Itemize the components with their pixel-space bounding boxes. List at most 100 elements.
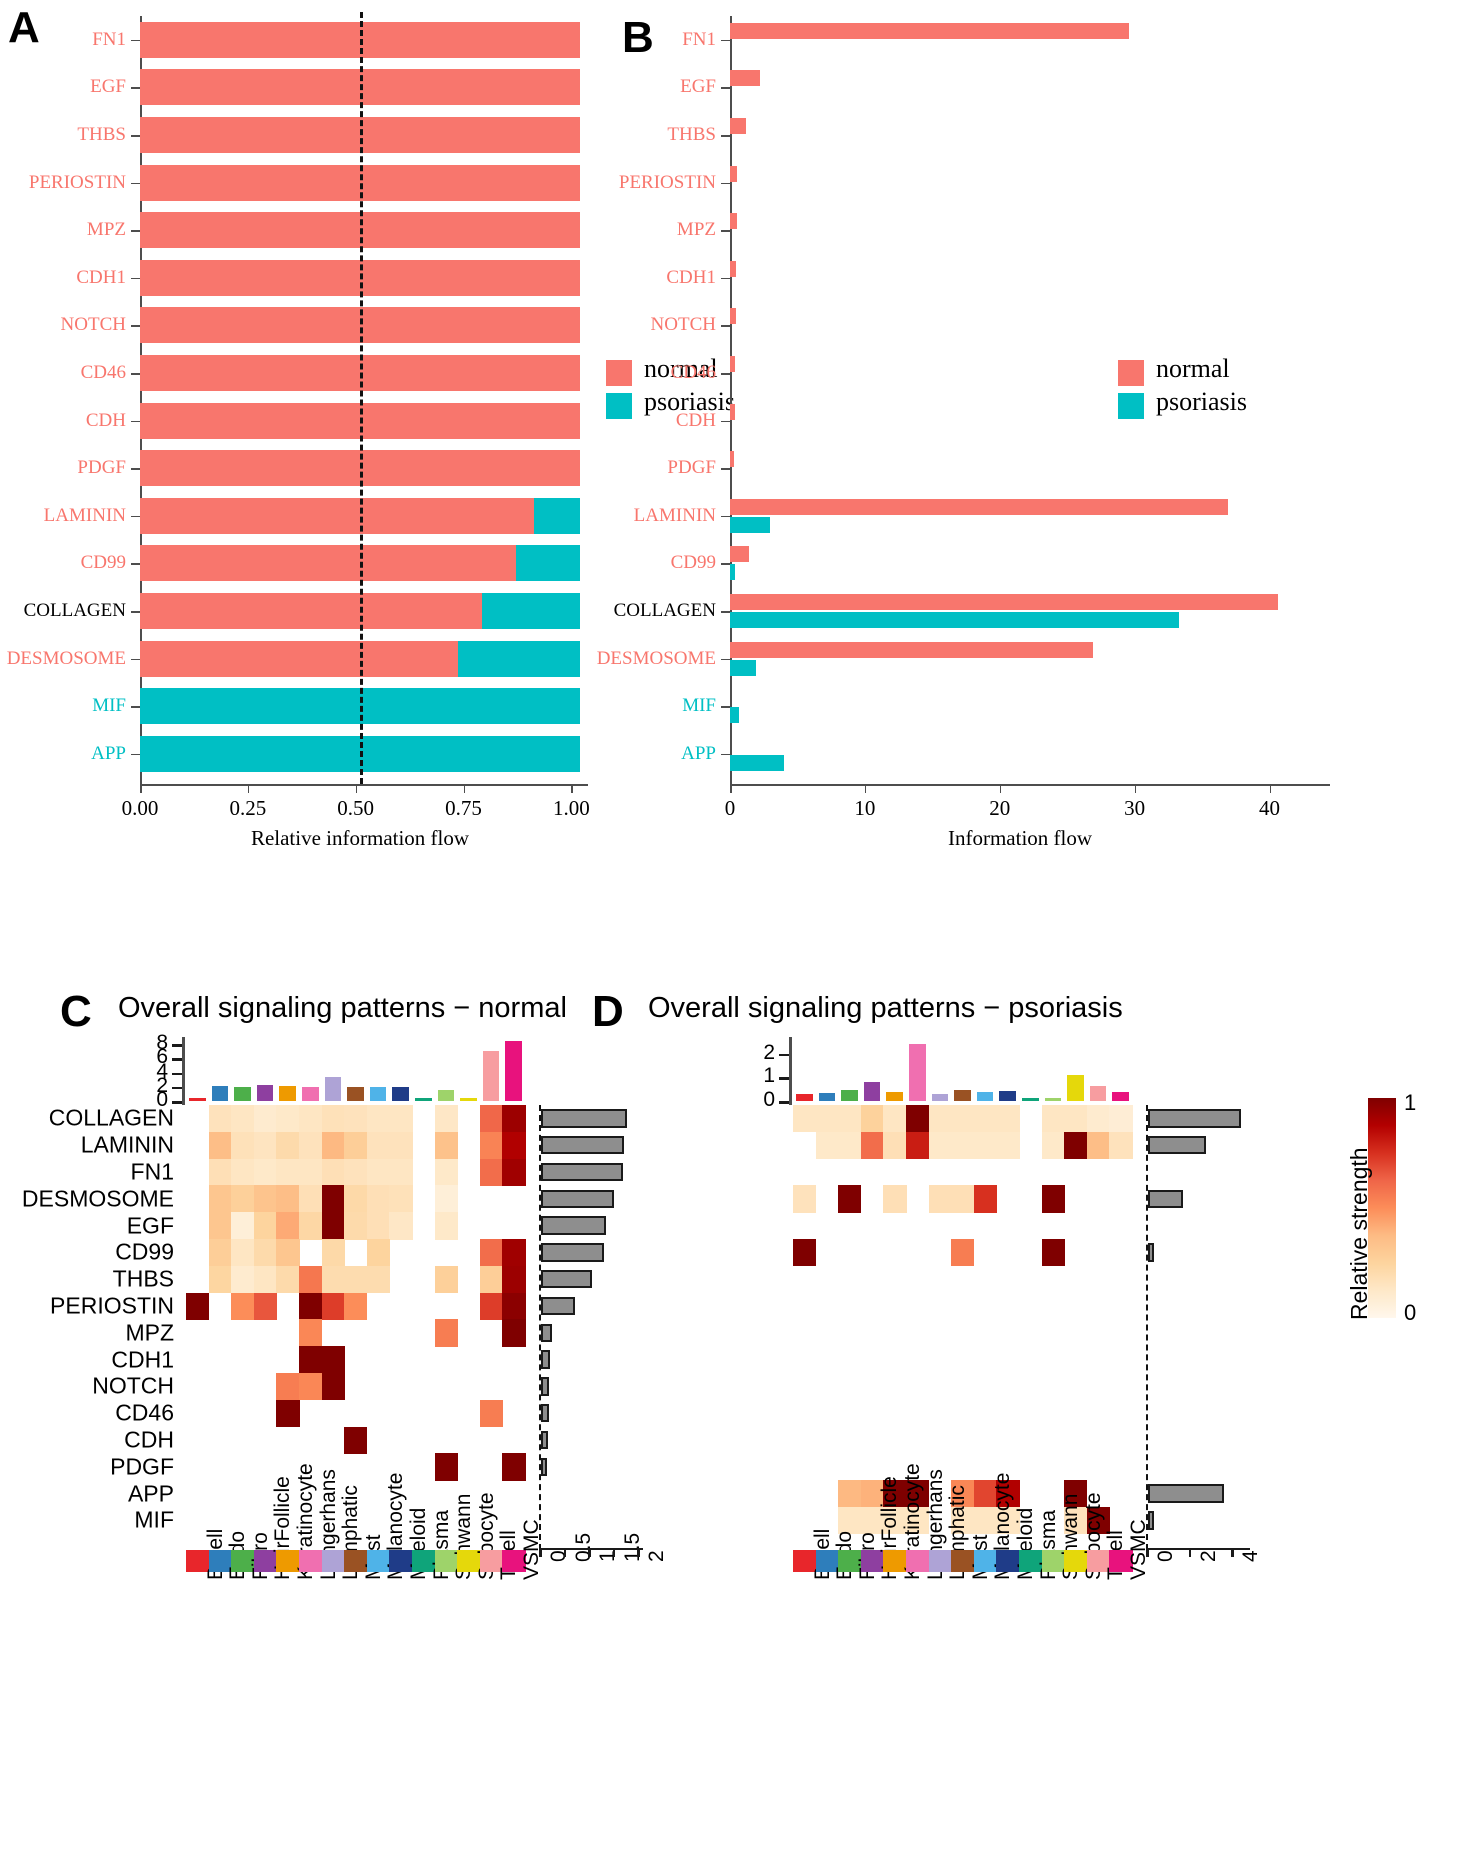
panel-c-cell xyxy=(208,1105,232,1133)
panel-c-top-bar xyxy=(369,1087,387,1101)
panel-d-cell xyxy=(860,1105,884,1133)
panel-c-cell xyxy=(389,1185,413,1213)
panel-c-row-label: THBS xyxy=(112,1265,174,1292)
panel-c-cell xyxy=(253,1131,277,1160)
panel-a-y-tick xyxy=(131,135,140,137)
panel-d-right-bar xyxy=(1148,1189,1184,1208)
panel-d-cell xyxy=(973,1105,997,1133)
panel-b-bar-normal xyxy=(730,22,1130,39)
panel-c-top-tick xyxy=(172,1044,182,1047)
panel-d-top-bar xyxy=(999,1091,1017,1101)
panel-b-legend-swatch-psoriasis xyxy=(1118,393,1144,419)
panel-d-cell xyxy=(1086,1105,1110,1133)
panel-c-cell xyxy=(299,1265,323,1294)
panel-c-row-label: DESMOSOME xyxy=(21,1185,174,1212)
panel-d-right-bar xyxy=(1148,1511,1154,1530)
panel-b-bar-normal xyxy=(730,594,1278,610)
panel-c-cell xyxy=(321,1265,345,1294)
panel-b-y-tick xyxy=(721,373,730,375)
panel-b-y-tick xyxy=(721,563,730,565)
panel-c-cell xyxy=(208,1212,232,1240)
panel-d-cell xyxy=(883,1185,907,1213)
panel-c-cell xyxy=(276,1131,300,1160)
panel-a-y-tick xyxy=(131,277,140,280)
panel-b-bar-psoriasis xyxy=(730,707,740,724)
panel-d-title: Overall signaling patterns − psoriasis xyxy=(648,992,1123,1024)
panel-a-row-label: THBS xyxy=(77,124,126,145)
panel-a-row-label: MIF xyxy=(92,695,126,717)
panel-c-cell xyxy=(479,1399,503,1428)
panel-c-row-label: EGF xyxy=(126,1212,174,1239)
panel-c-cell xyxy=(502,1453,526,1481)
panel-c-cell xyxy=(344,1131,368,1160)
panel-b-letter: B xyxy=(622,13,654,62)
panel-d-top-bar xyxy=(795,1093,813,1101)
panel-c-cell xyxy=(299,1158,323,1186)
panel-c-letter: C xyxy=(60,987,92,1036)
panel-d-top-tick xyxy=(779,1077,789,1080)
panel-c-right-bar xyxy=(541,1189,614,1208)
panel-c-cell xyxy=(276,1399,300,1428)
panel-d-letter: D xyxy=(592,987,624,1036)
panel-d-right-bar xyxy=(1148,1109,1241,1128)
panel-b-legend-label-normal: normal xyxy=(1156,354,1230,383)
panel-d-right-ticklabel: 0 xyxy=(1154,1550,1177,1562)
panel-a-bar-normal xyxy=(140,593,482,629)
panel-d-cell xyxy=(838,1185,862,1213)
panel-c-top-bar xyxy=(437,1089,455,1101)
panel-c-cell xyxy=(344,1292,368,1320)
panel-c-top-bar xyxy=(211,1086,229,1101)
panel-c-cell xyxy=(434,1131,458,1160)
panel-b-row-label: PERIOSTIN xyxy=(618,171,716,193)
panel-a-row-label: PERIOSTIN xyxy=(28,171,126,193)
panel-a-letter: A xyxy=(8,3,40,52)
panel-d-top-bar xyxy=(1021,1098,1039,1101)
panel-c-cell xyxy=(321,1239,345,1267)
panel-c-cell xyxy=(366,1105,390,1133)
panel-c-row-label: LAMININ xyxy=(80,1131,174,1158)
panel-d-right-ticklabel: 4 xyxy=(1239,1550,1263,1562)
panel-c-cell xyxy=(321,1131,345,1160)
panel-b-y-tick xyxy=(721,277,730,280)
panel-c-row-label: PDGF xyxy=(110,1453,174,1480)
panel-c-cell xyxy=(253,1292,277,1320)
panel-a-y-tick xyxy=(131,182,140,185)
panel-a-y-tick xyxy=(131,563,140,565)
panel-c-cell xyxy=(231,1105,255,1133)
panel-b-y-tick xyxy=(721,39,730,42)
panel-d-cell xyxy=(1109,1105,1133,1133)
panel-a-bar-psoriasis xyxy=(516,545,580,582)
panel-d-cell xyxy=(928,1131,952,1160)
panel-c-cell xyxy=(434,1453,458,1481)
panel-c-top-bar xyxy=(234,1086,251,1101)
panel-c-cell xyxy=(434,1212,458,1240)
panel-b-bar-normal xyxy=(730,403,736,420)
panel-c-cell xyxy=(231,1158,255,1186)
panel-d-cell xyxy=(883,1131,907,1160)
panel-a-y-tick xyxy=(131,87,140,89)
panel-a-bar-normal xyxy=(140,640,459,677)
panel-a-row-label: NOTCH xyxy=(60,314,126,336)
panel-d-cell xyxy=(928,1105,952,1133)
colorbar-max-label: 1 xyxy=(1404,1090,1417,1115)
panel-c-cell xyxy=(299,1292,323,1320)
panel-d-cell xyxy=(1041,1131,1065,1160)
panel-c-cell xyxy=(321,1158,345,1186)
panel-a-row-label: MPZ xyxy=(86,219,126,241)
panel-d-top-bar xyxy=(1067,1074,1084,1101)
panel-c-cell xyxy=(389,1131,413,1160)
panel-b-bar-normal xyxy=(730,451,735,468)
panel-c-cell xyxy=(502,1292,526,1320)
panel-a-row-label: PDGF xyxy=(77,457,126,479)
panel-d-top-ticklabel: 1 xyxy=(763,1064,775,1088)
panel-b-x-axis xyxy=(730,783,1330,786)
panel-c-cell xyxy=(502,1158,526,1186)
panel-b-row-label: MPZ xyxy=(676,219,716,241)
panel-b-row-label: DESMOSOME xyxy=(596,647,716,669)
panel-c-top-bar xyxy=(347,1086,364,1101)
panel-b-y-tick xyxy=(721,420,730,423)
panel-b-row-label: FN1 xyxy=(682,28,716,50)
panel-c-cell xyxy=(366,1185,390,1213)
panel-b-bar-normal xyxy=(730,308,736,325)
panel-c-cell xyxy=(479,1105,503,1133)
